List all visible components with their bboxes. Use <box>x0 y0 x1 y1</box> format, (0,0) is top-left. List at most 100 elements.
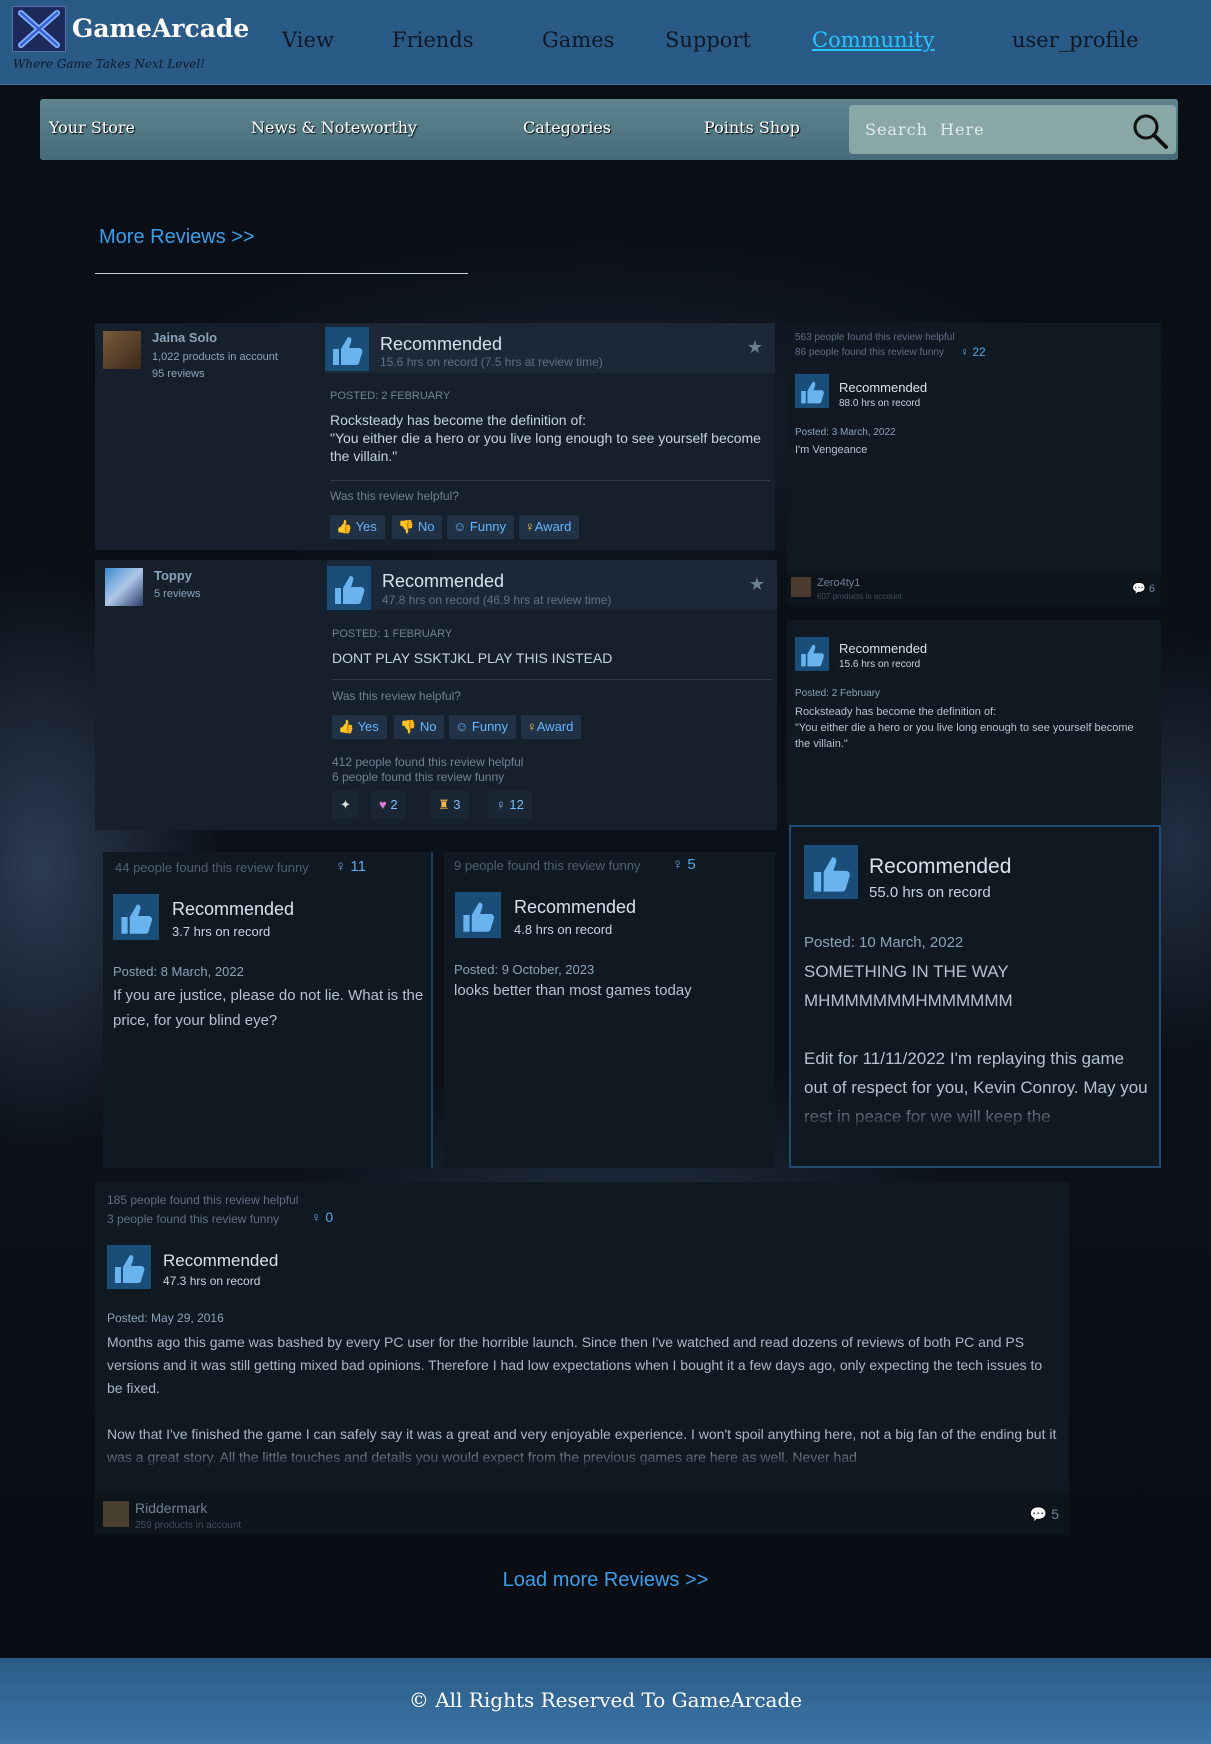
award-badge[interactable]: ♜ 3 <box>430 791 469 819</box>
review-card-toppy: Toppy 5 reviews Recommended 47.8 hrs on … <box>95 560 777 830</box>
award-badge[interactable]: ✦ <box>332 791 359 819</box>
award-count: ♀ 5 <box>672 856 696 873</box>
brand-name[interactable]: GameArcade <box>72 14 249 43</box>
award-count: ♀ 0 <box>311 1209 333 1225</box>
subnav-points-shop[interactable]: Points Shop <box>704 118 800 137</box>
nav-support[interactable]: Support <box>665 28 751 52</box>
review-text: Rocksteady has become the definition of:… <box>330 411 770 465</box>
funny-count: 9 people found this review funny <box>454 858 641 873</box>
nav-user-profile[interactable]: user_profile <box>1012 28 1139 52</box>
reviews-count: 95 reviews <box>152 368 205 380</box>
avatar[interactable] <box>103 331 141 369</box>
thumbs-up-icon <box>804 845 858 899</box>
avatar[interactable] <box>791 577 811 597</box>
review-card-5: Recommended 55.0 hrs on record Posted: 1… <box>789 825 1161 1168</box>
review-card-side-1: 563 people found this review helpful 86 … <box>787 323 1161 606</box>
award-icon: ♀ <box>496 797 506 812</box>
hours-on-record: 4.8 hrs on record <box>514 922 613 937</box>
review-text: DONT PLAY SSKTJKL PLAY THIS INSTEAD <box>332 650 613 666</box>
thumbs-up-icon <box>455 892 501 938</box>
hours-on-record: 47.3 hrs on record <box>163 1274 261 1288</box>
vote-no-button[interactable]: 👎 No <box>394 715 445 739</box>
thumbs-down-icon: 👎 <box>398 519 415 534</box>
hours-on-record: 15.6 hrs on record (7.5 hrs at review ti… <box>380 355 603 369</box>
review-text: I'm Vengeance <box>795 444 868 456</box>
button-label: Award <box>534 519 572 534</box>
award-badge-count: 3 <box>453 797 461 812</box>
products-count: 607 products in account <box>817 592 902 601</box>
thumbs-up-icon <box>325 327 369 371</box>
review-text: looks better than most games today <box>454 982 692 999</box>
hours-on-record: 15.6 hrs on record <box>839 659 921 670</box>
nav-community[interactable]: Community <box>812 28 935 52</box>
award-icon: ♀ <box>335 858 347 875</box>
review-text-line: Now that I've finished the game I can sa… <box>107 1426 1057 1465</box>
button-label: Yes <box>357 719 379 734</box>
funny-count: 86 people found this review funny <box>795 347 944 358</box>
button-label: Award <box>536 719 574 734</box>
thumbs-down-icon: 👎 <box>400 719 417 734</box>
review-card-side-2: Recommended 15.6 hrs on record Posted: 2… <box>787 620 1161 825</box>
award-badge[interactable]: ♀ 12 <box>488 791 532 819</box>
brand-tagline: Where Game Takes Next Level! <box>13 57 206 71</box>
search-input[interactable] <box>849 105 1119 154</box>
logo-icon[interactable] <box>12 6 66 52</box>
award-count: ♀ 22 <box>960 345 986 359</box>
vote-yes-button[interactable]: 👍 Yes <box>332 715 387 739</box>
review-text-line: Edit for 11/11/2022 I'm replaying this g… <box>804 1049 1148 1126</box>
wings-icon: ✦ <box>340 797 351 812</box>
reviews-count: 5 reviews <box>154 588 201 600</box>
review-text: Rocksteady has become the definition of:… <box>795 704 1135 752</box>
review-card-6: 185 people found this review helpful 3 p… <box>95 1182 1069 1535</box>
award-count-value: 5 <box>687 856 696 873</box>
more-reviews-link[interactable]: More Reviews >> <box>99 226 255 249</box>
hours-on-record: 3.7 hrs on record <box>172 924 271 939</box>
subnav-categories[interactable]: Categories <box>523 118 611 137</box>
avatar[interactable] <box>105 568 143 606</box>
star-icon[interactable]: ★ <box>749 574 765 595</box>
award-count-value: 22 <box>972 345 986 359</box>
thumbs-up-icon: 👍 <box>338 719 355 734</box>
thumbs-up-icon <box>327 566 371 610</box>
reviewer-name[interactable]: Jaina Solo <box>152 330 217 345</box>
award-badge-count: 12 <box>509 797 524 812</box>
award-button[interactable]: ♀Award <box>521 715 582 739</box>
vote-funny-button[interactable]: ☺ Funny <box>449 715 517 739</box>
posted-date: Posted: 2 February <box>795 688 881 699</box>
comments-count[interactable]: 💬 6 <box>1132 582 1155 595</box>
rec-header: Recommended 15.6 hrs on record (7.5 hrs … <box>325 323 775 373</box>
posted-date: POSTED: 2 FEBRUARY <box>330 390 451 402</box>
vote-no-button[interactable]: 👎 No <box>392 515 443 539</box>
nav-friends[interactable]: Friends <box>392 28 474 52</box>
star-icon[interactable]: ★ <box>747 337 763 358</box>
hours-on-record: 88.0 hrs on record <box>839 398 921 409</box>
reviewer-name[interactable]: Riddermark <box>135 1500 207 1516</box>
review-card-4: 9 people found this review funny ♀ 5 Rec… <box>444 852 775 1168</box>
load-more-reviews-link[interactable]: Load more Reviews >> <box>0 1569 1211 1592</box>
award-badge[interactable]: ♥ 2 <box>371 791 406 819</box>
helpful-count: 412 people found this review helpful <box>332 755 524 769</box>
comments-count[interactable]: 💬 5 <box>1030 1506 1059 1523</box>
award-icon: ♀ <box>311 1209 322 1225</box>
nav-view[interactable]: View <box>282 28 334 52</box>
reviewer-name[interactable]: Toppy <box>154 568 192 583</box>
thumbs-up-icon <box>113 894 159 940</box>
subnav-news[interactable]: News & Noteworthy <box>251 118 417 137</box>
smile-icon: ☺ <box>453 519 467 534</box>
search-icon[interactable] <box>1130 111 1170 151</box>
review-text-line: Rocksteady has become the definition of: <box>330 412 587 428</box>
rec-title: Recommended <box>163 1251 279 1270</box>
vote-yes-button[interactable]: 👍 Yes <box>330 515 385 539</box>
review-card-3: 44 people found this review funny ♀ 11 R… <box>103 852 433 1168</box>
subnav-your-store[interactable]: Your Store <box>49 118 135 137</box>
nav-games[interactable]: Games <box>542 28 614 52</box>
award-button[interactable]: ♀Award <box>519 515 580 539</box>
review-text-line: SOMETHING IN THE WAY MHMMMMMMHMMMMMM <box>804 962 1013 1010</box>
vote-funny-button[interactable]: ☺ Funny <box>447 515 515 539</box>
button-label: Yes <box>355 519 377 534</box>
posted-date: Posted: May 29, 2016 <box>107 1311 224 1325</box>
search-bar <box>849 105 1176 154</box>
avatar[interactable] <box>103 1501 129 1527</box>
products-count: 259 products in account <box>135 1520 242 1531</box>
reviewer-name[interactable]: Zero4ty1 <box>817 577 860 589</box>
